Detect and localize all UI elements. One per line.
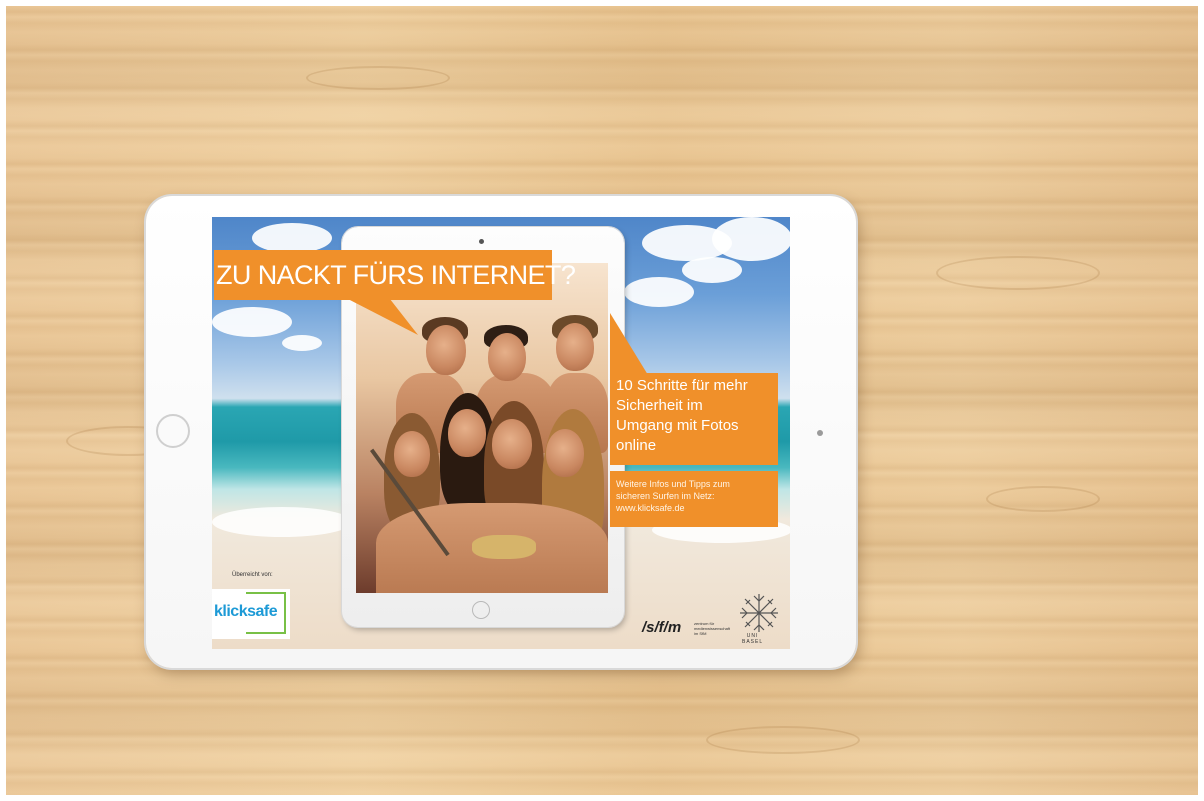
- supported-by-label: Überreicht von:: [232, 572, 273, 578]
- klicksafe-logo: klicksafe: [212, 589, 290, 639]
- face: [546, 429, 584, 477]
- bikini-top: [472, 535, 536, 559]
- sfm-logo: /s/f/m: [642, 619, 682, 636]
- poster-headline: ZU NACKT FÜRS INTERNET?: [214, 250, 576, 300]
- cloud: [252, 223, 332, 253]
- tablet-screen-poster: ZU NACKT FÜRS INTERNET? 10 Schritte für …: [212, 217, 790, 649]
- klicksafe-logo-text: klicksafe: [214, 603, 278, 620]
- pictured-tablet-camera: [479, 239, 484, 244]
- wood-knot: [306, 66, 450, 90]
- sfm-logo-subtitle: zentrum für medienwissenschaft im SfM: [694, 621, 730, 636]
- cloud: [712, 217, 790, 261]
- face: [394, 431, 430, 477]
- sfm-subtitle-line: im SfM: [694, 631, 707, 636]
- tablet-camera: [817, 430, 823, 436]
- tablet-home-button: [156, 414, 190, 448]
- uni-text-line: BASEL: [742, 639, 764, 645]
- face: [556, 323, 594, 371]
- wood-knot: [706, 726, 860, 754]
- tips-line: www.klicksafe.de: [616, 503, 685, 513]
- cloud: [624, 277, 694, 307]
- info-line: 10 Schritte für mehr: [616, 377, 748, 394]
- info-bubble-tail: [610, 313, 648, 375]
- info-line: Sicherheit im: [616, 397, 703, 414]
- pictured-tablet-home-button: [472, 601, 490, 619]
- wood-knot: [936, 256, 1100, 290]
- tips-line: sicheren Surfen im Netz:: [616, 491, 715, 501]
- cloud: [212, 307, 292, 337]
- wood-knot: [986, 486, 1100, 512]
- info-line: Umgang mit Fotos: [616, 417, 739, 434]
- face: [488, 333, 526, 381]
- face: [448, 409, 486, 457]
- cloud: [282, 335, 322, 351]
- info-box: 10 Schritte für mehr Sicherheit im Umgan…: [610, 373, 778, 465]
- wave-foam: [212, 507, 352, 537]
- cloud: [682, 257, 742, 283]
- face: [426, 325, 466, 375]
- tips-box: Weitere Infos und Tipps zum sicheren Sur…: [610, 471, 778, 527]
- uni-basel-text: UNI BASEL: [742, 633, 763, 645]
- face: [492, 419, 532, 469]
- tips-line: Weitere Infos und Tipps zum: [616, 479, 730, 489]
- info-line: online: [616, 437, 657, 454]
